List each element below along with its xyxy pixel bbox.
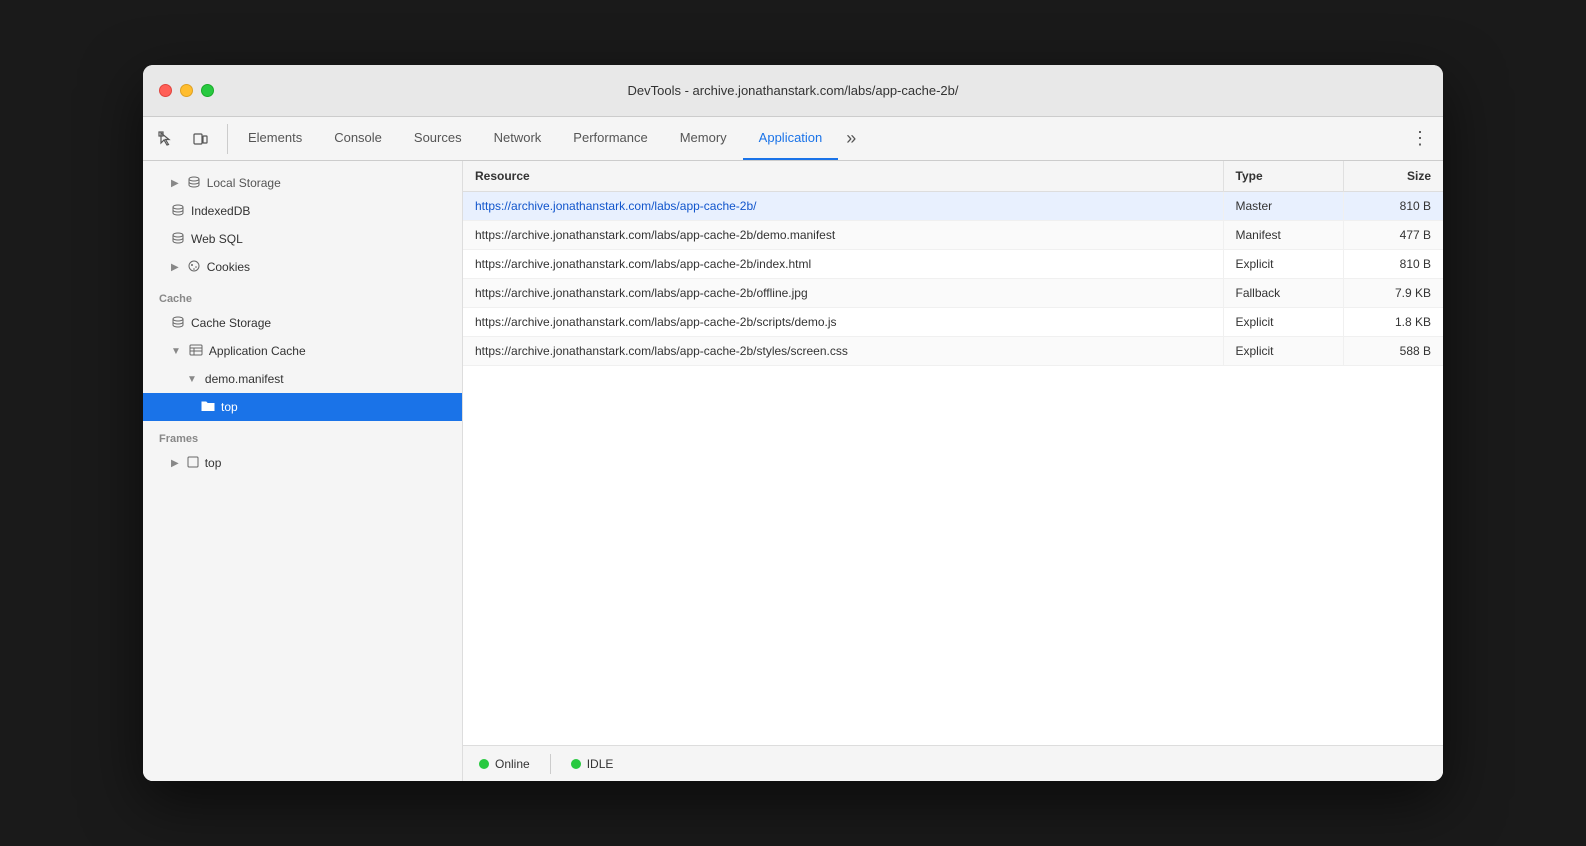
tab-performance[interactable]: Performance — [557, 117, 663, 160]
table-row[interactable]: https://archive.jonathanstark.com/labs/a… — [463, 250, 1443, 279]
cache-storage-label: Cache Storage — [191, 316, 446, 330]
inspect-element-button[interactable] — [151, 124, 181, 154]
demo-manifest-label: demo.manifest — [205, 372, 446, 386]
tab-console[interactable]: Console — [318, 117, 398, 160]
tab-list: Elements Console Sources Network Perform… — [232, 117, 1397, 160]
traffic-lights — [159, 84, 214, 97]
table-row[interactable]: https://archive.jonathanstark.com/labs/a… — [463, 279, 1443, 308]
cache-storage-icon — [171, 315, 185, 332]
indexed-db-label: IndexedDB — [191, 204, 446, 218]
cookies-expander-icon: ▶ — [171, 262, 179, 273]
resource-cell: https://archive.jonathanstark.com/labs/a… — [463, 192, 1223, 221]
online-indicator: Online — [479, 757, 530, 771]
sidebar-item-top-frame[interactable]: ▶ top — [143, 449, 462, 477]
type-cell: Explicit — [1223, 250, 1343, 279]
status-divider — [550, 754, 551, 774]
indexed-db-icon — [171, 203, 185, 220]
frames-section-label: Frames — [143, 421, 462, 449]
web-sql-icon — [171, 231, 185, 248]
window-title: DevTools - archive.jonathanstark.com/lab… — [628, 83, 959, 98]
table-row[interactable]: https://archive.jonathanstark.com/labs/a… — [463, 308, 1443, 337]
type-cell: Fallback — [1223, 279, 1343, 308]
size-cell: 1.8 KB — [1343, 308, 1443, 337]
tab-network[interactable]: Network — [478, 117, 558, 160]
web-sql-label: Web SQL — [191, 232, 446, 246]
maximize-button[interactable] — [201, 84, 214, 97]
devtools-window: DevTools - archive.jonathanstark.com/lab… — [143, 65, 1443, 781]
col-header-resource: Resource — [463, 161, 1223, 192]
sidebar-item-web-sql[interactable]: Web SQL — [143, 225, 462, 253]
type-cell: Explicit — [1223, 337, 1343, 366]
minimize-button[interactable] — [180, 84, 193, 97]
expander-icon: ▶ — [171, 178, 179, 189]
size-cell: 810 B — [1343, 250, 1443, 279]
type-cell: Explicit — [1223, 308, 1343, 337]
cookies-icon — [187, 259, 201, 276]
top-frame-expander-icon: ▶ — [171, 458, 179, 469]
table-row[interactable]: https://archive.jonathanstark.com/labs/a… — [463, 192, 1443, 221]
tab-memory[interactable]: Memory — [664, 117, 743, 160]
resource-cell: https://archive.jonathanstark.com/labs/a… — [463, 221, 1223, 250]
online-label: Online — [495, 757, 530, 771]
sidebar-item-cookies[interactable]: ▶ Cookies — [143, 253, 462, 281]
tab-elements[interactable]: Elements — [232, 117, 318, 160]
device-toolbar-button[interactable] — [185, 124, 215, 154]
resources-table: Resource Type Size https://archive.jonat… — [463, 161, 1443, 366]
app-cache-icon — [189, 343, 203, 360]
data-table: Resource Type Size https://archive.jonat… — [463, 161, 1443, 745]
resource-cell: https://archive.jonathanstark.com/labs/a… — [463, 337, 1223, 366]
devtools-menu-button[interactable]: ⋮ — [1405, 124, 1435, 154]
top-frame-label: top — [205, 456, 446, 470]
folder-icon — [201, 399, 215, 416]
application-cache-label: Application Cache — [209, 344, 446, 358]
idle-indicator: IDLE — [571, 757, 614, 771]
table-row[interactable]: https://archive.jonathanstark.com/labs/a… — [463, 337, 1443, 366]
cache-section-label: Cache — [143, 281, 462, 309]
sidebar-item-indexed-db[interactable]: IndexedDB — [143, 197, 462, 225]
main-panel: Resource Type Size https://archive.jonat… — [463, 161, 1443, 781]
type-cell: Manifest — [1223, 221, 1343, 250]
toolbar-icons — [151, 124, 228, 154]
cursor-icon — [158, 131, 174, 147]
devtools-toolbar: Elements Console Sources Network Perform… — [143, 117, 1443, 161]
idle-dot — [571, 759, 581, 769]
local-storage-icon — [187, 175, 201, 192]
main-content: ▶ Local Storage IndexedDB Web SQL ▶ — [143, 161, 1443, 781]
sidebar-item-cache-storage[interactable]: Cache Storage — [143, 309, 462, 337]
device-icon — [192, 131, 208, 147]
col-header-size: Size — [1343, 161, 1443, 192]
size-cell: 7.9 KB — [1343, 279, 1443, 308]
col-header-type: Type — [1223, 161, 1343, 192]
sidebar-item-top-cache[interactable]: top — [143, 393, 462, 421]
frame-icon — [187, 455, 199, 471]
online-dot — [479, 759, 489, 769]
sidebar-item-demo-manifest[interactable]: ▼ demo.manifest — [143, 365, 462, 393]
resource-cell: https://archive.jonathanstark.com/labs/a… — [463, 250, 1223, 279]
sidebar-item-application-cache[interactable]: ▼ Application Cache — [143, 337, 462, 365]
tab-application[interactable]: Application — [743, 117, 839, 160]
cookies-label: Cookies — [207, 260, 446, 274]
resource-cell: https://archive.jonathanstark.com/labs/a… — [463, 308, 1223, 337]
size-cell: 477 B — [1343, 221, 1443, 250]
idle-label: IDLE — [587, 757, 614, 771]
close-button[interactable] — [159, 84, 172, 97]
app-cache-expander-icon: ▼ — [171, 346, 181, 357]
more-tabs-button[interactable]: » — [838, 117, 864, 160]
sidebar-item-local-storage[interactable]: ▶ Local Storage — [143, 169, 462, 197]
table-row[interactable]: https://archive.jonathanstark.com/labs/a… — [463, 221, 1443, 250]
size-cell: 810 B — [1343, 192, 1443, 221]
demo-manifest-expander-icon: ▼ — [187, 374, 197, 385]
status-bar: Online IDLE — [463, 745, 1443, 781]
top-cache-label: top — [221, 400, 446, 414]
resource-cell: https://archive.jonathanstark.com/labs/a… — [463, 279, 1223, 308]
size-cell: 588 B — [1343, 337, 1443, 366]
title-bar: DevTools - archive.jonathanstark.com/lab… — [143, 65, 1443, 117]
type-cell: Master — [1223, 192, 1343, 221]
tab-sources[interactable]: Sources — [398, 117, 478, 160]
local-storage-label: Local Storage — [207, 176, 446, 190]
sidebar: ▶ Local Storage IndexedDB Web SQL ▶ — [143, 161, 463, 781]
